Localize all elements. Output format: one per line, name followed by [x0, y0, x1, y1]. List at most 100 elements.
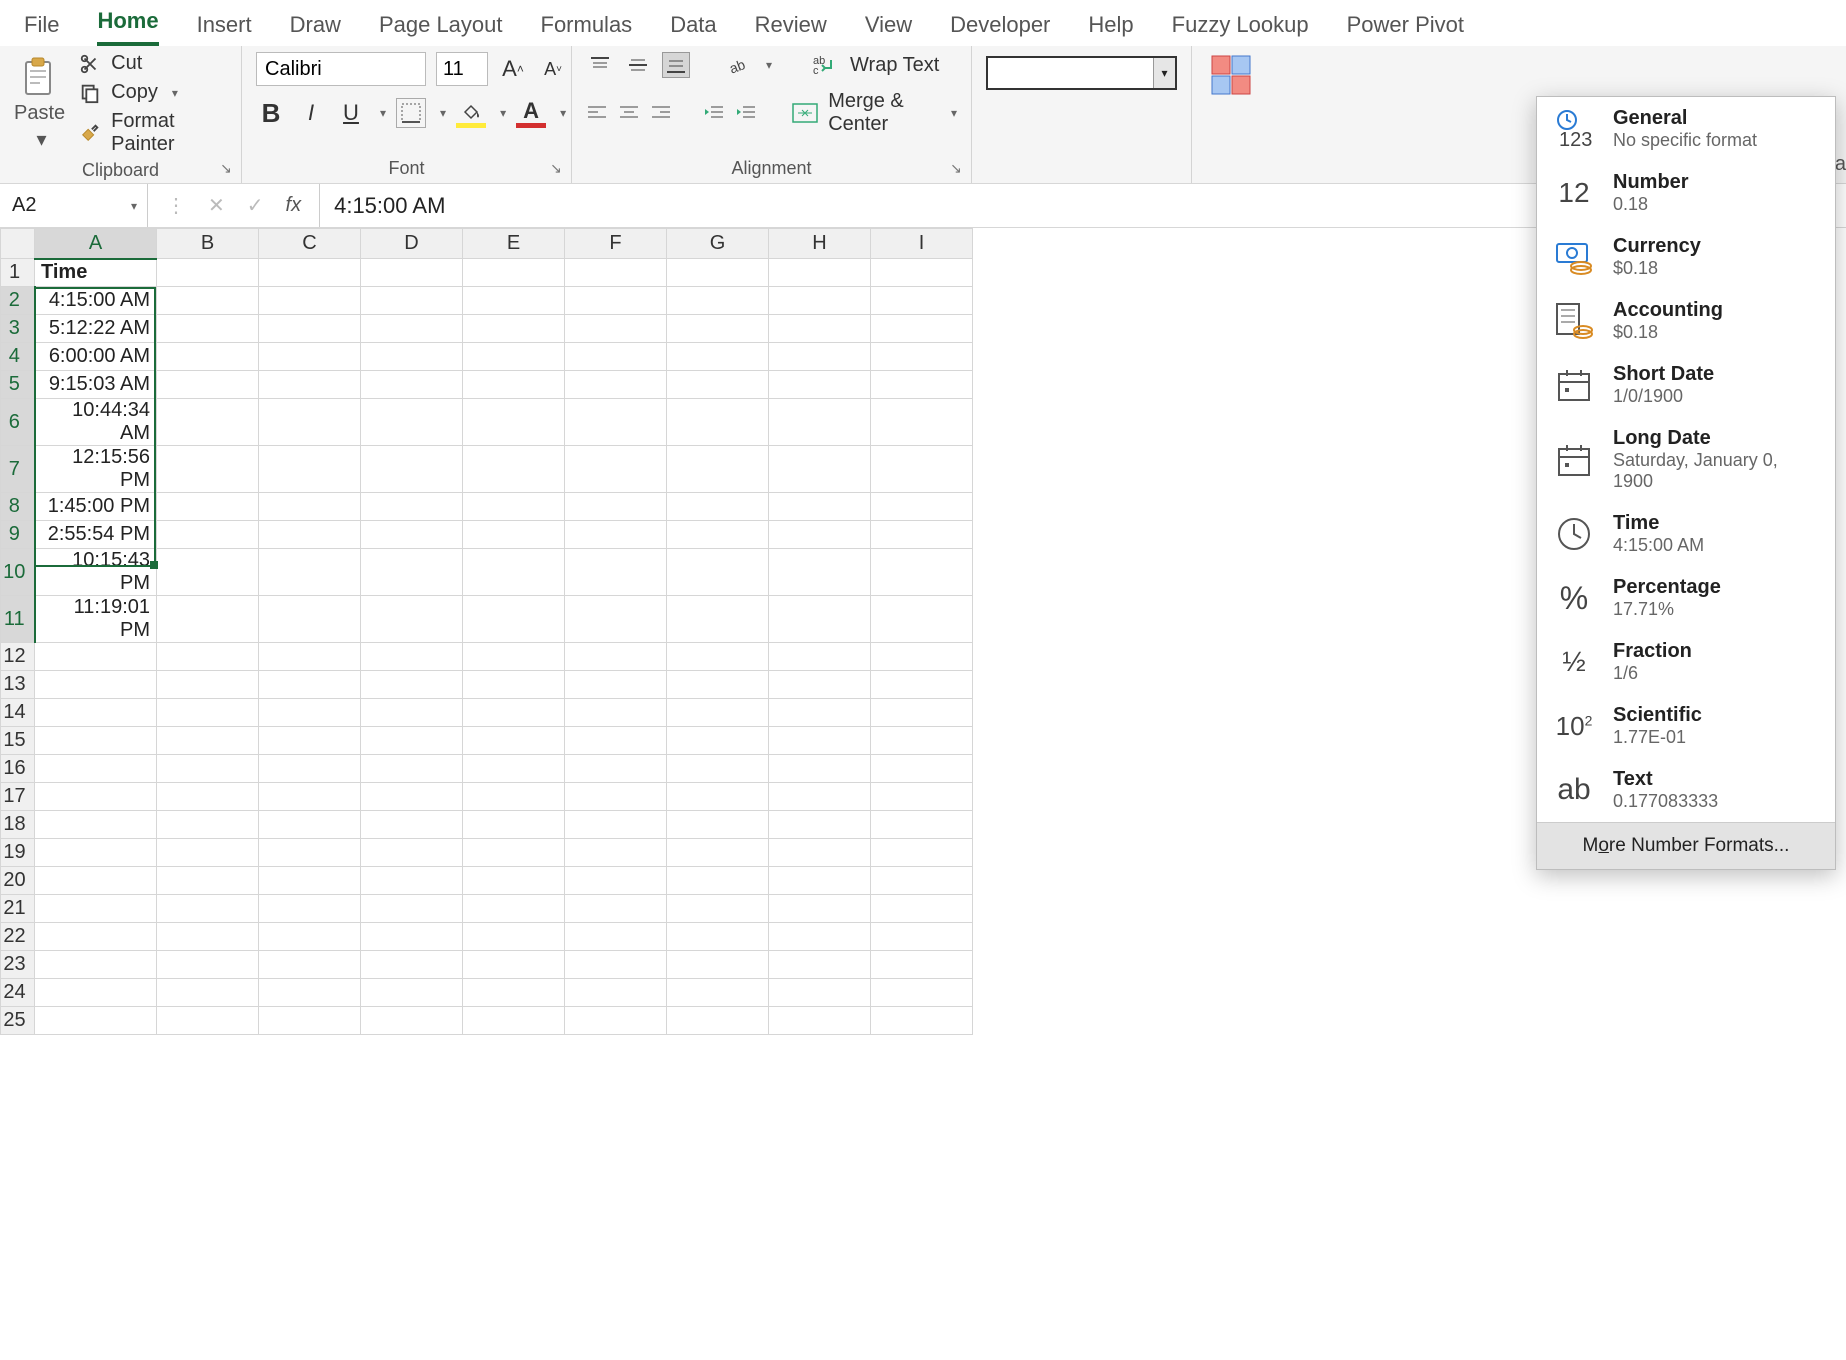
name-box[interactable]: A2 ▾: [0, 184, 148, 227]
cell-G24[interactable]: [667, 979, 769, 1007]
cell-D5[interactable]: [361, 371, 463, 399]
copy-button[interactable]: Copy ▾: [79, 81, 227, 104]
cell-B14[interactable]: [157, 699, 259, 727]
cell-I16[interactable]: [871, 755, 973, 783]
cell-G12[interactable]: [667, 643, 769, 671]
row-header-22[interactable]: 22: [1, 923, 35, 951]
row-header-14[interactable]: 14: [1, 699, 35, 727]
cell-F4[interactable]: [565, 343, 667, 371]
cell-H7[interactable]: [769, 446, 871, 493]
cell-D7[interactable]: [361, 446, 463, 493]
cell-H17[interactable]: [769, 783, 871, 811]
tab-help[interactable]: Help: [1088, 12, 1133, 46]
cell-I24[interactable]: [871, 979, 973, 1007]
cell-E1[interactable]: [463, 259, 565, 287]
col-header-I[interactable]: I: [871, 229, 973, 259]
cell-B4[interactable]: [157, 343, 259, 371]
decrease-indent-icon[interactable]: [703, 100, 725, 126]
cell-B17[interactable]: [157, 783, 259, 811]
cell-G5[interactable]: [667, 371, 769, 399]
cell-H2[interactable]: [769, 287, 871, 315]
cell-D19[interactable]: [361, 839, 463, 867]
cell-E22[interactable]: [463, 923, 565, 951]
row-header-19[interactable]: 19: [1, 839, 35, 867]
align-top-icon[interactable]: [586, 52, 614, 78]
cell-H19[interactable]: [769, 839, 871, 867]
cell-F10[interactable]: [565, 549, 667, 596]
cell-I12[interactable]: [871, 643, 973, 671]
enter-formula-icon[interactable]: ✓: [247, 193, 264, 218]
cell-F1[interactable]: [565, 259, 667, 287]
cell-C7[interactable]: [259, 446, 361, 493]
cell-C22[interactable]: [259, 923, 361, 951]
cell-H25[interactable]: [769, 1007, 871, 1035]
cell-E9[interactable]: [463, 521, 565, 549]
cell-D2[interactable]: [361, 287, 463, 315]
chevron-down-icon[interactable]: ▾: [951, 106, 957, 120]
cell-G22[interactable]: [667, 923, 769, 951]
cell-D3[interactable]: [361, 315, 463, 343]
tab-insert[interactable]: Insert: [197, 12, 252, 46]
cell-G8[interactable]: [667, 493, 769, 521]
cell-C24[interactable]: [259, 979, 361, 1007]
paste-button[interactable]: Paste ▾: [14, 56, 65, 152]
cell-C10[interactable]: [259, 549, 361, 596]
cell-G18[interactable]: [667, 811, 769, 839]
cell-E24[interactable]: [463, 979, 565, 1007]
cell-D18[interactable]: [361, 811, 463, 839]
cell-E18[interactable]: [463, 811, 565, 839]
cell-G23[interactable]: [667, 951, 769, 979]
cell-G13[interactable]: [667, 671, 769, 699]
cell-E10[interactable]: [463, 549, 565, 596]
cell-H8[interactable]: [769, 493, 871, 521]
cell-H5[interactable]: [769, 371, 871, 399]
cell-D15[interactable]: [361, 727, 463, 755]
number-format-fraction[interactable]: ½ Fraction 1/6: [1537, 630, 1835, 694]
cell-E20[interactable]: [463, 867, 565, 895]
cell-I3[interactable]: [871, 315, 973, 343]
number-format-time[interactable]: Time 4:15:00 AM: [1537, 502, 1835, 566]
cell-I1[interactable]: [871, 259, 973, 287]
cell-F9[interactable]: [565, 521, 667, 549]
fx-icon[interactable]: fx: [286, 194, 302, 217]
chevron-down-icon[interactable]: ▾: [131, 199, 137, 213]
cell-A21[interactable]: [35, 895, 157, 923]
cell-A7[interactable]: 12:15:56 PM: [35, 446, 157, 493]
cell-I17[interactable]: [871, 783, 973, 811]
row-header-11[interactable]: 11: [1, 596, 35, 643]
cell-E17[interactable]: [463, 783, 565, 811]
cell-E14[interactable]: [463, 699, 565, 727]
cell-A2[interactable]: 4:15:00 AM: [35, 287, 157, 315]
row-header-9[interactable]: 9: [1, 521, 35, 549]
cell-D6[interactable]: [361, 399, 463, 446]
cell-B8[interactable]: [157, 493, 259, 521]
cell-F2[interactable]: [565, 287, 667, 315]
tab-formulas[interactable]: Formulas: [541, 12, 633, 46]
row-header-18[interactable]: 18: [1, 811, 35, 839]
cell-I2[interactable]: [871, 287, 973, 315]
row-header-7[interactable]: 7: [1, 446, 35, 493]
cell-I10[interactable]: [871, 549, 973, 596]
cell-D11[interactable]: [361, 596, 463, 643]
cell-B19[interactable]: [157, 839, 259, 867]
cell-B18[interactable]: [157, 811, 259, 839]
cell-A13[interactable]: [35, 671, 157, 699]
cell-C15[interactable]: [259, 727, 361, 755]
cell-G20[interactable]: [667, 867, 769, 895]
cell-F19[interactable]: [565, 839, 667, 867]
cell-C1[interactable]: [259, 259, 361, 287]
cell-D9[interactable]: [361, 521, 463, 549]
tab-file[interactable]: File: [24, 12, 59, 46]
cell-C9[interactable]: [259, 521, 361, 549]
cell-I5[interactable]: [871, 371, 973, 399]
cell-B22[interactable]: [157, 923, 259, 951]
cell-B16[interactable]: [157, 755, 259, 783]
number-format-text[interactable]: ab Text 0.177083333: [1537, 758, 1835, 822]
cell-B1[interactable]: [157, 259, 259, 287]
borders-button[interactable]: [396, 98, 426, 128]
cell-H13[interactable]: [769, 671, 871, 699]
cell-E6[interactable]: [463, 399, 565, 446]
italic-button[interactable]: I: [296, 98, 326, 128]
row-header-21[interactable]: 21: [1, 895, 35, 923]
row-header-20[interactable]: 20: [1, 867, 35, 895]
